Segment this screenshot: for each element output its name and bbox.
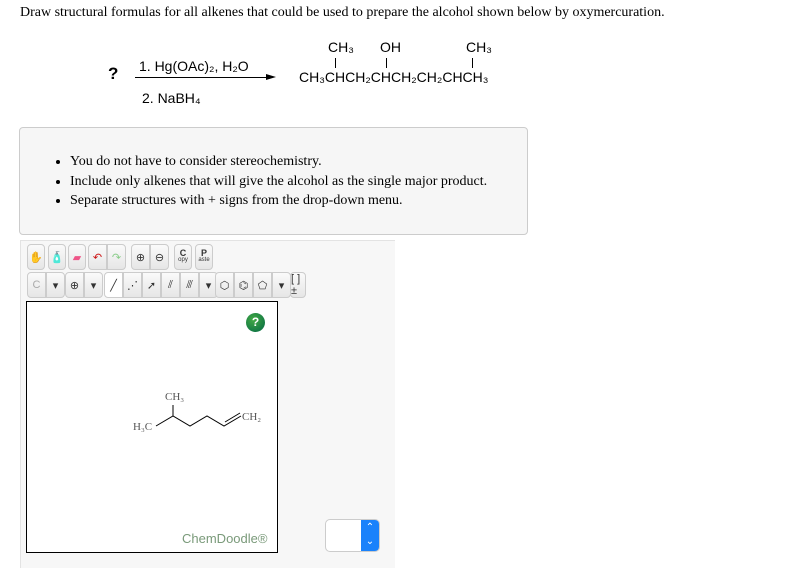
select-arrows-icon: ⌃ ⌄ bbox=[361, 520, 379, 551]
pan-hand-icon[interactable]: ✋ bbox=[27, 244, 45, 270]
chevron-down-icon[interactable]: ▾ bbox=[272, 272, 291, 298]
eraser-icon[interactable]: ▰ bbox=[68, 244, 86, 270]
atom-label-ch3: CH₃ bbox=[165, 391, 185, 403]
cyclohexane-icon[interactable]: ⬡ bbox=[215, 272, 234, 298]
triple-bond-icon[interactable]: ⫻ bbox=[180, 272, 199, 298]
product-substituent-ch3: CH₃ bbox=[328, 39, 354, 55]
chevron-down-icon[interactable]: ▾ bbox=[84, 272, 103, 298]
double-bond-icon[interactable]: ⫽ bbox=[161, 272, 180, 298]
paste-button[interactable]: Paste bbox=[195, 244, 213, 270]
chevron-down-icon[interactable]: ▾ bbox=[46, 272, 65, 298]
arrow-head-icon bbox=[266, 74, 276, 80]
charge-button[interactable]: ⊕ bbox=[65, 272, 84, 298]
recessed-bond-icon[interactable]: ⋰ bbox=[123, 272, 142, 298]
brackets-button[interactable]: [ ]± bbox=[290, 272, 306, 298]
bond-line bbox=[335, 58, 336, 68]
clear-spray-icon[interactable]: 🧴 bbox=[48, 244, 66, 270]
instructions-box: You do not have to consider stereochemis… bbox=[19, 127, 528, 235]
product-substituent-ch3-2: CH₃ bbox=[466, 39, 492, 55]
instruction: Include only alkenes that will give the … bbox=[70, 172, 527, 192]
element-button[interactable]: C bbox=[27, 272, 46, 298]
wedge-bond-icon[interactable]: ➚ bbox=[142, 272, 161, 298]
separator-select[interactable]: ⌃ ⌄ bbox=[325, 519, 380, 552]
zoom-out-icon[interactable]: ⊖ bbox=[150, 244, 169, 270]
reaction-arrow bbox=[135, 77, 271, 78]
redo-icon[interactable]: ↷ bbox=[107, 244, 126, 270]
undo-icon[interactable]: ↶ bbox=[88, 244, 107, 270]
unknown-reactant: ? bbox=[108, 64, 119, 83]
bond-line bbox=[472, 58, 473, 68]
atom-label-ch2: CH₂ bbox=[242, 411, 262, 423]
copy-button[interactable]: Copy bbox=[174, 244, 192, 270]
product-substituent-oh: OH bbox=[380, 39, 401, 55]
question-text: Draw structural formulas for all alkenes… bbox=[20, 5, 665, 20]
bond-line bbox=[386, 58, 387, 68]
chemdoodle-logo: ChemDoodle® bbox=[182, 531, 268, 546]
reagent-step-2: 2. NaBH₄ bbox=[142, 90, 201, 106]
cyclopentane-icon[interactable]: ⬠ bbox=[253, 272, 272, 298]
atom-label-h3c: H₃C bbox=[133, 421, 153, 433]
single-bond-icon[interactable]: ╱ bbox=[104, 272, 123, 298]
product-chain: CH₃CHCH₂CHCH₂CH₂CHCH₃ bbox=[299, 69, 489, 85]
reagent-step-1: 1. Hg(OAc)₂, H₂O bbox=[139, 58, 249, 74]
benzene-icon[interactable]: ⌬ bbox=[234, 272, 253, 298]
zoom-in-icon[interactable]: ⊕ bbox=[131, 244, 150, 270]
drawing-canvas[interactable]: ? CH₃ H₃C CH₂ ChemDoodle® bbox=[26, 301, 278, 553]
instruction: Separate structures with + signs from th… bbox=[70, 191, 527, 211]
instruction: You do not have to consider stereochemis… bbox=[70, 152, 527, 172]
